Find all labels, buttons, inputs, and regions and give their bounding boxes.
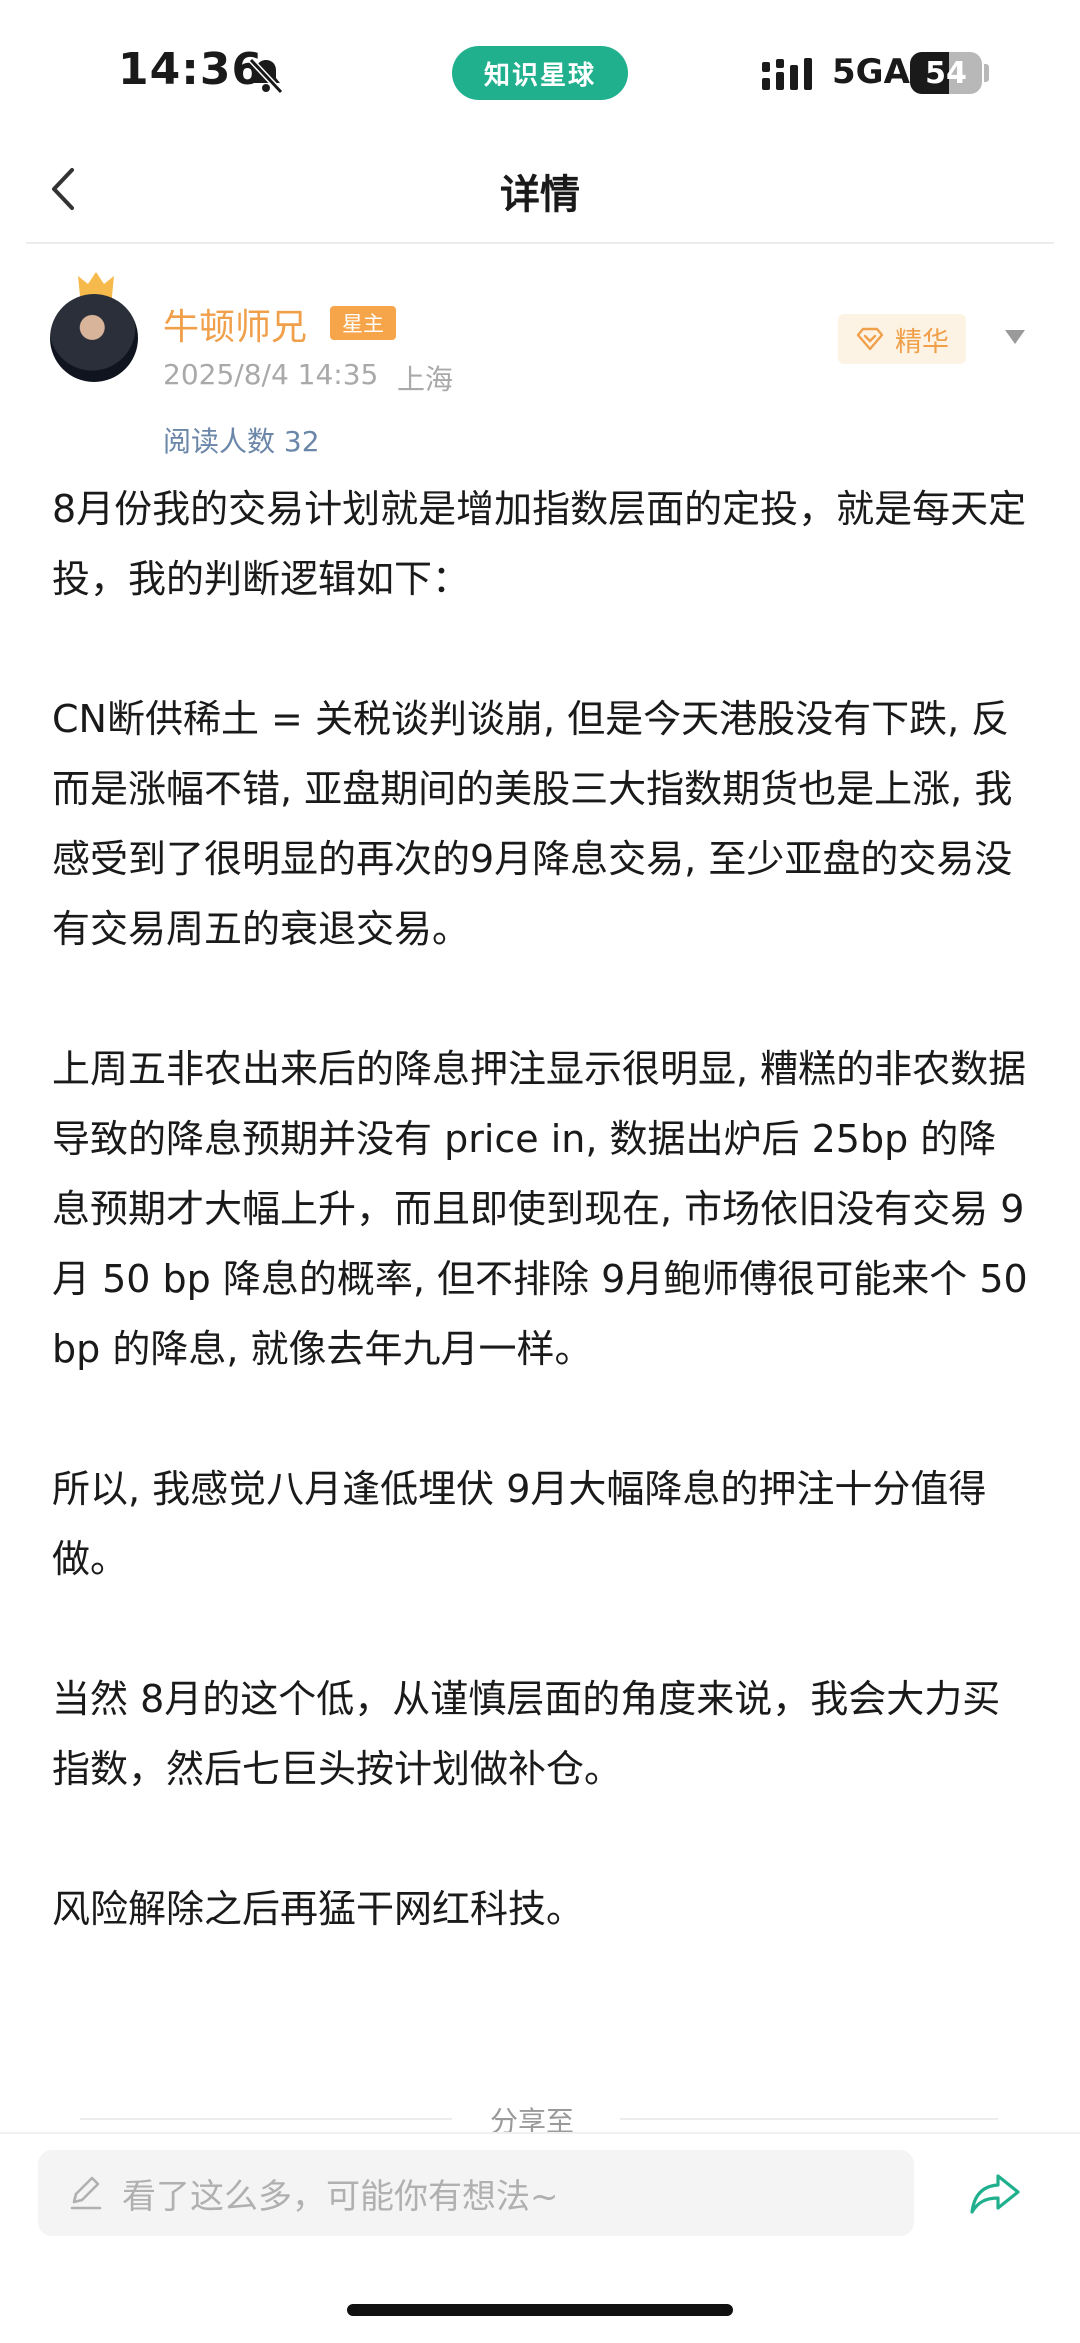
paragraph: 所以, 我感觉八月逢低埋伏 9月大幅降息的押注十分值得做。	[52, 1467, 987, 1581]
owner-badge: 星主	[330, 306, 396, 340]
paragraph: 风险解除之后再猛干网红科技。	[52, 1887, 585, 1931]
digest-badge: 精华	[838, 314, 966, 364]
network-label: 5GA	[832, 52, 910, 92]
caret-down-icon[interactable]	[1003, 328, 1027, 346]
post-date: 2025/8/4 14:35	[163, 358, 379, 391]
digest-label: 精华	[895, 326, 949, 358]
edit-icon	[70, 2176, 102, 2210]
nav-divider	[26, 242, 1054, 244]
read-count: 阅读人数 32	[163, 425, 320, 458]
signal-icon	[762, 58, 812, 90]
share-divider-right	[620, 2118, 998, 2120]
share-divider-left	[80, 2118, 452, 2120]
status-time: 14:36	[118, 44, 264, 95]
author-name[interactable]: 牛顿师兄	[163, 298, 307, 350]
app-pill[interactable]: 知识星球	[452, 46, 628, 100]
share-icon[interactable]	[968, 2170, 1022, 2218]
post-location: 上海	[397, 363, 454, 396]
home-indicator	[347, 2304, 733, 2316]
bell-muted-icon	[248, 57, 284, 95]
paragraph: CN断供稀土 = 关税谈判谈崩, 但是今天港股没有下跌, 反而是涨幅不错, 亚盘…	[52, 697, 1013, 951]
comment-placeholder: 看了这么多，可能你有想法~	[122, 2176, 559, 2217]
battery-tip	[984, 64, 989, 82]
comment-input[interactable]: 看了这么多，可能你有想法~	[38, 2150, 914, 2236]
page-title: 详情	[500, 172, 580, 218]
paragraph: 当然 8月的这个低，从谨慎层面的角度来说，我会大力买指数，然后七巨头按计划做补仓…	[52, 1677, 1001, 1791]
paragraph: 上周五非农出来后的降息押注显示很明显, 糟糕的非农数据导致的降息预期并没有 pr…	[52, 1047, 1028, 1371]
author-avatar[interactable]	[50, 294, 138, 382]
paragraph: 8月份我的交易计划就是增加指数层面的定投，就是每天定投，我的判断逻辑如下：	[52, 487, 1027, 601]
post-content: 8月份我的交易计划就是增加指数层面的定投，就是每天定投，我的判断逻辑如下： CN…	[52, 474, 1032, 2014]
battery-percent: 54	[925, 55, 967, 91]
diamond-icon	[856, 327, 884, 351]
battery-icon: 54	[910, 52, 982, 94]
